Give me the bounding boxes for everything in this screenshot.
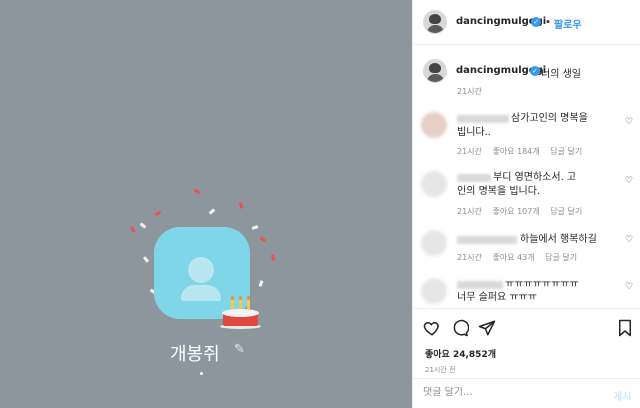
- heart-icon[interactable]: ♡: [625, 282, 633, 292]
- confetti: [193, 188, 201, 195]
- add-comment-box: 게시: [413, 378, 640, 408]
- post-time: 21시간 전: [425, 366, 456, 374]
- heart-icon[interactable]: [423, 319, 441, 337]
- reply-button[interactable]: 답글 달기: [545, 253, 577, 262]
- comment-icon[interactable]: [451, 319, 469, 337]
- confetti: [238, 202, 244, 209]
- heart-icon[interactable]: ♡: [625, 176, 633, 186]
- bookmark-icon[interactable]: [616, 319, 634, 337]
- comment-text: 삼가고인의 명복을: [511, 113, 588, 124]
- avatar[interactable]: [421, 112, 447, 138]
- comment-item: 삼가고인의 명복을 빕니다.. ♡ 21시간 좋아요 184개 답글 달기: [413, 109, 640, 165]
- comment-likes[interactable]: 좋아요 43개: [492, 253, 534, 262]
- confetti: [259, 236, 267, 243]
- verified-badge-icon: ✓: [531, 17, 541, 27]
- comment-text: 하늘에서 행복하길: [520, 234, 597, 245]
- likes-count[interactable]: 좋아요 24,852개: [425, 347, 496, 360]
- heart-icon[interactable]: ♡: [625, 235, 633, 245]
- caption-time: 21시간: [457, 87, 482, 96]
- blurred-username: [457, 281, 503, 289]
- comment-time: 21시간: [457, 147, 482, 156]
- confetti: [251, 225, 259, 230]
- send-icon[interactable]: [478, 319, 496, 337]
- pencil-icon: ✎: [234, 342, 245, 357]
- confetti: [130, 226, 136, 233]
- comment-item: 부디 영면하소서. 고 인의 명복을 빕니다. ♡ 21시간 좋아요 107개 …: [413, 168, 640, 224]
- avatar[interactable]: [421, 230, 447, 256]
- confetti: [258, 280, 264, 287]
- comment-meta: 21시간 좋아요 107개 답글 달기: [457, 206, 590, 217]
- comment-input[interactable]: [423, 387, 593, 398]
- avatar[interactable]: [421, 171, 447, 197]
- avatar[interactable]: [423, 10, 447, 34]
- separator-dot: •: [545, 17, 551, 28]
- avatar[interactable]: [423, 59, 447, 83]
- post-details-panel: dancingmulgogi ✓ • 팔로우 dancingmulgogi ✓ …: [412, 0, 640, 408]
- confetti: [154, 210, 162, 217]
- comment-text: 빕니다..: [457, 127, 491, 138]
- reply-button[interactable]: 답글 달기: [550, 147, 582, 156]
- comment-item: 하늘에서 행복하길 ♡ 21시간 좋아요 43개 답글 달기: [413, 230, 640, 270]
- comment-meta: 21시간 좋아요 43개 답글 달기: [457, 252, 585, 263]
- blurred-username: [457, 115, 509, 123]
- post-actions: 좋아요 24,852개 21시간 전 게시: [413, 308, 640, 408]
- follow-button[interactable]: 팔로우: [554, 16, 582, 31]
- person-icon: [188, 257, 214, 283]
- comment-likes[interactable]: 좋아요 184개: [492, 147, 539, 156]
- heart-icon[interactable]: ♡: [625, 117, 633, 127]
- blurred-username: [457, 174, 491, 182]
- blurred-username: [457, 236, 517, 244]
- comment-meta: 21시간 좋아요 184개 답글 달기: [457, 146, 590, 157]
- confetti: [271, 254, 275, 261]
- confetti: [142, 256, 150, 263]
- caption-text: 너의 생일: [541, 69, 581, 80]
- post-comment-button[interactable]: 게시: [613, 388, 631, 403]
- verified-badge-icon: ✓: [530, 66, 540, 76]
- post-header: dancingmulgogi ✓ • 팔로우: [413, 0, 640, 45]
- comment-time: 21시간: [457, 207, 482, 216]
- confetti: [208, 208, 216, 215]
- post-media[interactable]: 개봉쥐 ✎: [0, 0, 412, 408]
- profile-name: 개봉쥐: [170, 344, 220, 365]
- comment-text: 부디 영면하소서. 고: [493, 172, 577, 183]
- reply-button[interactable]: 답글 달기: [550, 207, 582, 216]
- birthday-cake-icon: [220, 296, 261, 329]
- page-indicator-dot: [200, 372, 203, 375]
- person-icon-body: [181, 285, 221, 301]
- comment-item: ㅠㅠㅠㅠㅠㅠㅠㅠ 너무 슬퍼요 ㅠㅠㅠ ♡: [413, 276, 640, 308]
- confetti: [139, 222, 147, 229]
- comment-text: 너무 슬퍼요 ㅠㅠㅠ: [457, 292, 537, 303]
- comment-text: 인의 명복을 빕니다.: [457, 186, 541, 197]
- comment-likes[interactable]: 좋아요 107개: [492, 207, 539, 216]
- avatar[interactable]: [421, 278, 447, 304]
- comment-time: 21시간: [457, 253, 482, 262]
